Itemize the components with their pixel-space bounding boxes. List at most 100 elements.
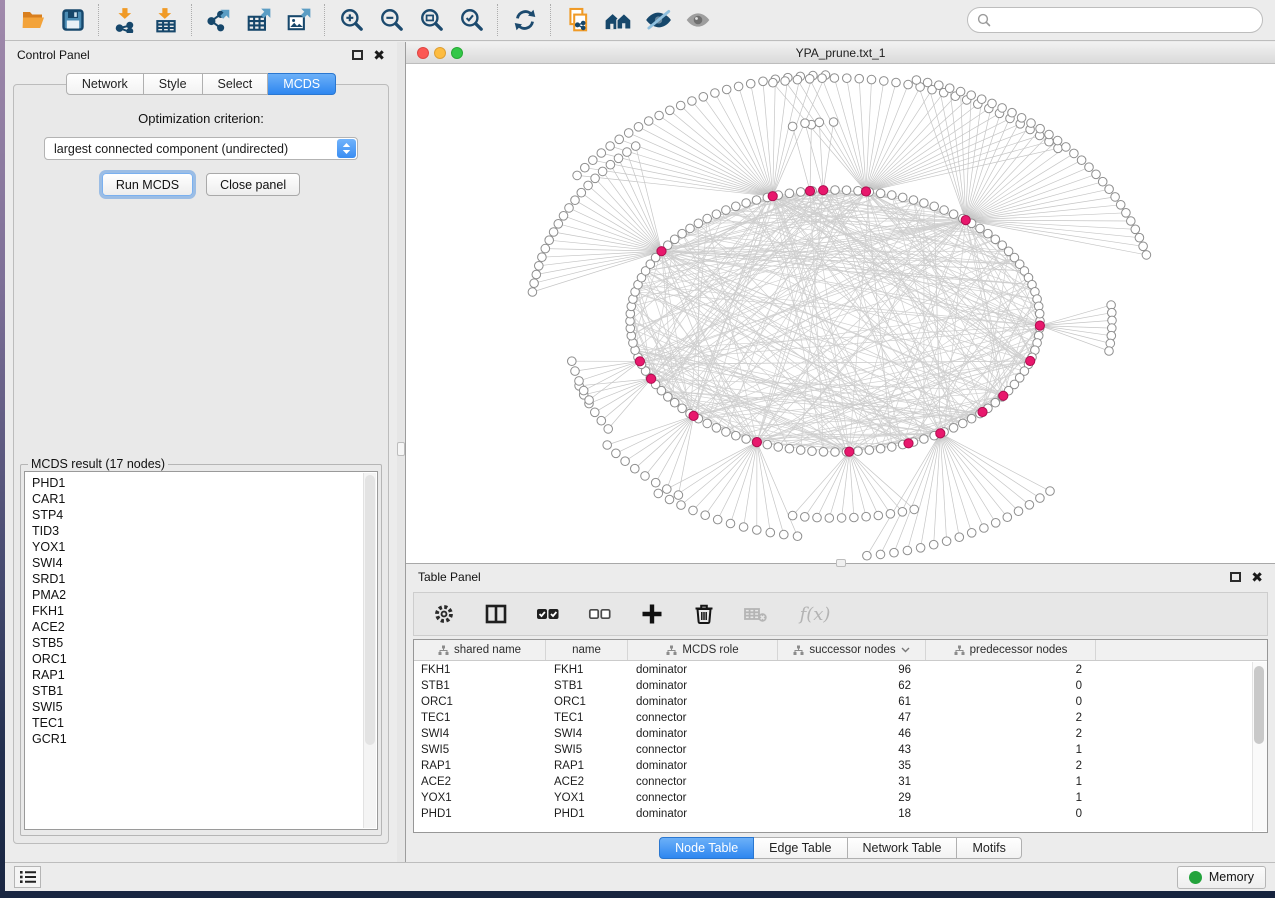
run-mcds-button[interactable]: Run MCDS bbox=[102, 173, 193, 196]
unchecked-boxes-icon bbox=[587, 602, 613, 626]
search-icon bbox=[977, 13, 991, 27]
import-network-button[interactable] bbox=[106, 3, 146, 37]
tab-edge-table[interactable]: Edge Table bbox=[754, 837, 847, 859]
add-column-button[interactable] bbox=[638, 599, 666, 629]
import-table-button[interactable] bbox=[146, 3, 186, 37]
export-table-button[interactable] bbox=[239, 3, 279, 37]
mcds-result-item[interactable]: STP4 bbox=[32, 507, 377, 523]
mcds-result-item[interactable]: SRD1 bbox=[32, 571, 377, 587]
cell-name: YOX1 bbox=[546, 792, 628, 804]
close-panel-icon[interactable]: ✖ bbox=[373, 50, 385, 60]
float-panel-icon[interactable] bbox=[352, 50, 363, 60]
mcds-result-item[interactable]: CAR1 bbox=[32, 491, 377, 507]
tab-network-table[interactable]: Network Table bbox=[848, 837, 958, 859]
table-panel-header: Table Panel ✖ bbox=[406, 564, 1275, 590]
mcds-result-item[interactable]: STB1 bbox=[32, 683, 377, 699]
tab-select[interactable]: Select bbox=[203, 73, 269, 95]
table-row[interactable]: ACE2ACE2connector311 bbox=[414, 774, 1252, 790]
mcds-result-item[interactable]: ORC1 bbox=[32, 651, 377, 667]
network-view-titlebar[interactable]: YPA_prune.txt_1 bbox=[406, 42, 1275, 64]
mcds-result-item[interactable]: YOX1 bbox=[32, 539, 377, 555]
mcds-result-item[interactable]: SWI4 bbox=[32, 555, 377, 571]
table-row[interactable]: PHD1PHD1dominator180 bbox=[414, 806, 1252, 822]
splitter-grip[interactable] bbox=[397, 442, 405, 456]
mcds-list-scrollbar[interactable] bbox=[363, 473, 376, 828]
column-header-shared-name[interactable]: shared name bbox=[414, 640, 546, 660]
criterion-select[interactable]: largest connected component (undirected) bbox=[44, 137, 358, 160]
table-scrollbar[interactable] bbox=[1252, 662, 1267, 831]
show-all-button[interactable] bbox=[678, 3, 718, 37]
close-panel-icon[interactable]: ✖ bbox=[1251, 572, 1263, 582]
tab-motifs[interactable]: Motifs bbox=[957, 837, 1021, 859]
memory-status-icon bbox=[1189, 871, 1202, 884]
tab-mcds[interactable]: MCDS bbox=[268, 73, 336, 95]
table-row[interactable]: SWI5SWI5connector431 bbox=[414, 742, 1252, 758]
tab-network[interactable]: Network bbox=[66, 73, 144, 95]
horizontal-splitter-grip[interactable] bbox=[836, 559, 846, 567]
delete-button[interactable] bbox=[690, 599, 718, 629]
refresh-icon bbox=[512, 7, 538, 33]
mcds-result-item[interactable]: RAP1 bbox=[32, 667, 377, 683]
zoom-in-button[interactable] bbox=[332, 3, 372, 37]
table-settings-button[interactable] bbox=[430, 599, 458, 629]
control-panel-title: Control Panel bbox=[17, 48, 352, 62]
column-header-successor-nodes[interactable]: successor nodes bbox=[778, 640, 926, 660]
task-history-button[interactable] bbox=[14, 866, 41, 888]
tab-style[interactable]: Style bbox=[144, 73, 203, 95]
search-field[interactable] bbox=[967, 7, 1263, 33]
column-header-predecessor-nodes[interactable]: predecessor nodes bbox=[926, 640, 1096, 660]
chevron-down-icon[interactable] bbox=[901, 647, 910, 653]
cell-pred: 2 bbox=[926, 760, 1096, 772]
table-row[interactable]: YOX1YOX1connector291 bbox=[414, 790, 1252, 806]
export-network-button[interactable] bbox=[199, 3, 239, 37]
column-header-name[interactable]: name bbox=[546, 640, 628, 660]
mcds-result-item[interactable]: STB5 bbox=[32, 635, 377, 651]
first-neighbors-button[interactable] bbox=[598, 3, 638, 37]
export-image-button[interactable] bbox=[279, 3, 319, 37]
minimize-window-icon[interactable] bbox=[434, 47, 446, 59]
vertical-splitter[interactable] bbox=[397, 42, 406, 862]
table-row[interactable]: SWI4SWI4dominator462 bbox=[414, 726, 1252, 742]
show-columns-button[interactable] bbox=[482, 599, 510, 629]
function-builder-button[interactable]: f(x) bbox=[794, 599, 836, 629]
deselect-all-button[interactable] bbox=[586, 599, 614, 629]
mcds-result-item[interactable]: PHD1 bbox=[32, 475, 377, 491]
search-input[interactable] bbox=[996, 13, 1253, 27]
zoom-selected-button[interactable] bbox=[452, 3, 492, 37]
maximize-window-icon[interactable] bbox=[451, 47, 463, 59]
mcds-result-item[interactable]: GCR1 bbox=[32, 731, 377, 747]
mcds-result-item[interactable]: FKH1 bbox=[32, 603, 377, 619]
mcds-result-item[interactable]: PMA2 bbox=[32, 587, 377, 603]
delete-table-button[interactable] bbox=[742, 599, 770, 629]
table-row[interactable]: FKH1FKH1dominator962 bbox=[414, 662, 1252, 678]
table-panel-title: Table Panel bbox=[418, 570, 1230, 584]
mcds-result-item[interactable]: TEC1 bbox=[32, 715, 377, 731]
select-all-button[interactable] bbox=[534, 599, 562, 629]
memory-button[interactable]: Memory bbox=[1177, 866, 1266, 889]
cell-name: FKH1 bbox=[546, 664, 628, 676]
scrollbar-thumb[interactable] bbox=[365, 475, 375, 745]
float-panel-icon[interactable] bbox=[1230, 572, 1241, 582]
table-row[interactable]: STB1STB1dominator620 bbox=[414, 678, 1252, 694]
zoom-fit-button[interactable] bbox=[412, 3, 452, 37]
open-button[interactable] bbox=[13, 3, 53, 37]
duplicate-network-button[interactable] bbox=[558, 3, 598, 37]
mcds-result-item[interactable]: ACE2 bbox=[32, 619, 377, 635]
tab-node-table[interactable]: Node Table bbox=[659, 837, 754, 859]
table-row[interactable]: ORC1ORC1dominator610 bbox=[414, 694, 1252, 710]
table-row[interactable]: RAP1RAP1dominator352 bbox=[414, 758, 1252, 774]
hide-selected-button[interactable] bbox=[638, 3, 678, 37]
column-header-MCDS-role[interactable]: MCDS role bbox=[628, 640, 778, 660]
close-window-icon[interactable] bbox=[417, 47, 429, 59]
graph-nodes[interactable] bbox=[528, 71, 1151, 560]
mcds-result-item[interactable]: SWI5 bbox=[32, 699, 377, 715]
table-row[interactable]: TEC1TEC1connector472 bbox=[414, 710, 1252, 726]
save-button[interactable] bbox=[53, 3, 93, 37]
scrollbar-thumb[interactable] bbox=[1254, 666, 1264, 744]
mcds-result-item[interactable]: TID3 bbox=[32, 523, 377, 539]
network-canvas[interactable] bbox=[406, 64, 1275, 563]
close-panel-button[interactable]: Close panel bbox=[206, 173, 300, 196]
cell-role: dominator bbox=[628, 664, 778, 676]
refresh-button[interactable] bbox=[505, 3, 545, 37]
zoom-out-button[interactable] bbox=[372, 3, 412, 37]
